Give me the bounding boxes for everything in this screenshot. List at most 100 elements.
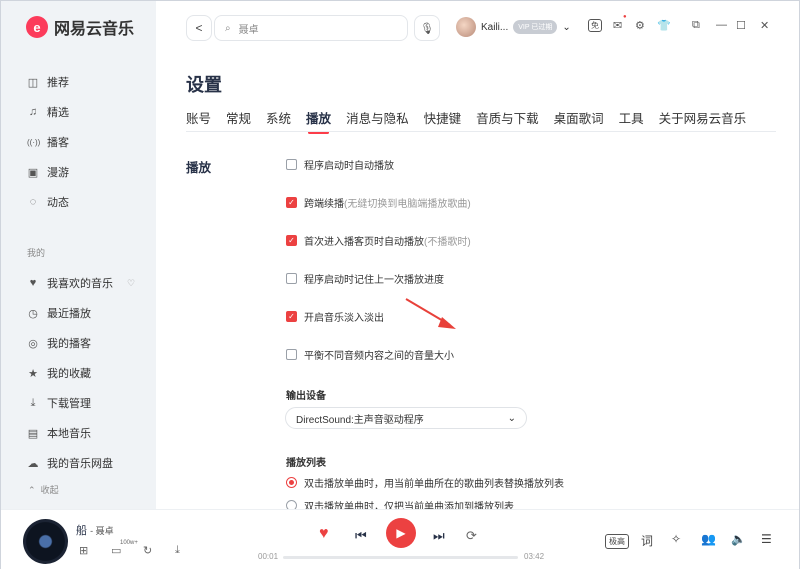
minimize-icon[interactable]: — (716, 19, 727, 31)
download-icon[interactable]: ⤓ (175, 544, 180, 557)
lyrics-button[interactable]: 词 (641, 532, 653, 549)
option-label: 程序启动时自动播放 (304, 161, 394, 172)
collapse-button[interactable]: ⌃ 收起 (28, 483, 59, 496)
netease-logo-icon: e (26, 16, 48, 38)
tab-8[interactable]: 工具 (619, 108, 644, 133)
radio-unselected[interactable] (286, 500, 297, 509)
output-device-select[interactable]: DirectSound:主声音驱动程序 ⌄ (285, 407, 527, 429)
nav-item-feed[interactable]: ◌ 动态 (1, 187, 156, 217)
nav-item-featured[interactable]: ♫ 精选 (1, 97, 156, 127)
output-device-label: 输出设备 (286, 391, 326, 402)
artist-name[interactable]: 聂卓 (96, 526, 114, 536)
chat-icon: ◌ (29, 196, 37, 208)
like-icon[interactable]: ♥ (319, 525, 329, 543)
user-menu[interactable]: Kaili... VIP 已过期 ⌄ (456, 17, 571, 37)
sidebar: e 网易云音乐 ◫ 推荐 ♫ 精选 ((·)) 播客 ▣ 漫游 ◌ 动态 我的 ♥ 我喜欢的… (1, 1, 156, 509)
option-row-5[interactable]: 平衡不同音频内容之间的音量大小 (286, 347, 454, 362)
previous-icon[interactable]: ⏮ (355, 528, 367, 544)
nav-item-collection[interactable]: ★ 我的收藏 (1, 358, 156, 388)
playlist-icon[interactable]: ☰ (761, 532, 772, 546)
radio-selected[interactable] (286, 477, 297, 488)
option-row-0[interactable]: 程序启动时自动播放 (286, 157, 394, 172)
tab-9[interactable]: 关于网易云音乐 (659, 108, 747, 133)
mini-mode-icon[interactable]: ⧉ (692, 19, 700, 32)
listen-together-icon[interactable]: 👥 (701, 532, 716, 546)
nav-item-my-podcast[interactable]: ◎ 我的播客 (1, 328, 156, 358)
app-logo[interactable]: e 网易云音乐 (26, 15, 134, 39)
app-window: e 网易云音乐 ◫ 推荐 ♫ 精选 ((·)) 播客 ▣ 漫游 ◌ 动态 我的 ♥ 我喜欢的… (0, 0, 800, 569)
page-title: 设置 (186, 75, 222, 95)
checkbox-unchecked[interactable] (286, 349, 297, 360)
nav-item-recent[interactable]: ◷ 最近播放 (1, 298, 156, 328)
my-nav: 我的 ♥ 我喜欢的音乐 ♡ ◷ 最近播放 ◎ 我的播客 ★ 我的收藏 ⤓ 下载管理 ▤ 本地音… (1, 241, 156, 478)
play-button[interactable]: ▶ (386, 518, 416, 548)
checkbox-unchecked[interactable] (286, 273, 297, 284)
chevron-down-icon[interactable]: ⌄ (562, 22, 570, 33)
quality-button[interactable]: 极高 (605, 534, 629, 549)
option-label: 程序启动时记住上一次播放进度 (304, 275, 444, 286)
option-row-1[interactable]: ✓ 跨端续播 (无缝切换到电脑端播放歌曲) (286, 195, 471, 210)
option-hint: (无缝切换到电脑端播放歌曲) (344, 199, 471, 210)
music-note-icon: ♫ (28, 106, 38, 118)
gear-icon[interactable]: ⚙ (635, 19, 645, 32)
nav-item-cloud-disk[interactable]: ☁ 我的音乐网盘 (1, 448, 156, 478)
tab-5[interactable]: 快捷键 (424, 108, 462, 133)
playlist-option-replace[interactable]: 双击播放单曲时，用当前单曲所在的歌曲列表替换播放列表 (286, 475, 564, 490)
section-title-playback: 播放 (186, 161, 212, 175)
tab-6[interactable]: 音质与下载 (476, 108, 539, 133)
star-icon: ★ (28, 367, 38, 380)
effects-icon[interactable]: ✧ (671, 532, 681, 546)
nav-item-podcast[interactable]: ((·)) 播客 (1, 127, 156, 157)
download-icon: ⤓ (30, 396, 36, 409)
volume-icon[interactable]: 🔈 (731, 532, 746, 546)
add-to-playlist-icon[interactable]: ⊞ (79, 544, 88, 557)
maximize-icon[interactable]: ☐ (736, 19, 746, 32)
main-nav: ◫ 推荐 ♫ 精选 ((·)) 播客 ▣ 漫游 ◌ 动态 (1, 67, 156, 217)
home-icon: ◫ (27, 76, 39, 89)
checkbox-checked[interactable]: ✓ (286, 311, 297, 322)
now-playing: 船 - 聂卓 (76, 525, 114, 537)
nav-item-local-music[interactable]: ▤ 本地音乐 (1, 418, 156, 448)
tabs-divider (186, 131, 776, 132)
option-row-2[interactable]: ✓ 首次进入播客页时自动播放 (不播歌时) (286, 233, 471, 248)
checkbox-checked[interactable]: ✓ (286, 235, 297, 246)
tab-7[interactable]: 桌面歌词 (554, 108, 604, 133)
voice-search-button[interactable]: 🎙 (414, 15, 440, 41)
option-row-3[interactable]: 程序启动时记住上一次播放进度 (286, 271, 444, 286)
vip-badge[interactable]: VIP 已过期 (513, 20, 558, 34)
tab-3[interactable]: 播放 (306, 108, 331, 134)
checkbox-unchecked[interactable] (286, 159, 297, 170)
option-label: 开启音乐淡入淡出 (304, 313, 384, 324)
nav-item-downloads[interactable]: ⤓ 下载管理 (1, 388, 156, 418)
podcast-icon: ◎ (28, 337, 38, 350)
radio-icon: ▣ (27, 166, 39, 179)
next-icon[interactable]: ⏭ (433, 528, 445, 544)
back-button[interactable]: < (186, 15, 212, 41)
search-input[interactable]: ⌕ 聂卓 (214, 15, 408, 41)
mail-icon[interactable]: ✉ (613, 19, 622, 32)
free-icon[interactable]: 免 (588, 19, 602, 32)
tab-0[interactable]: 账号 (186, 108, 211, 133)
album-cover[interactable] (23, 519, 68, 564)
share-icon[interactable]: ↻ (143, 544, 152, 557)
checkbox-checked[interactable]: ✓ (286, 197, 297, 208)
option-label: 跨端续播 (304, 199, 344, 210)
tab-2[interactable]: 系统 (266, 108, 291, 133)
tab-4[interactable]: 消息与隐私 (346, 108, 409, 133)
progress-bar[interactable] (283, 556, 518, 559)
cloud-icon: ☁ (27, 457, 39, 470)
nav-item-liked-music[interactable]: ♥ 我喜欢的音乐 ♡ (1, 268, 156, 298)
nav-item-roam[interactable]: ▣ 漫游 (1, 157, 156, 187)
option-row-4[interactable]: ✓ 开启音乐淡入淡出 (286, 309, 384, 324)
avatar[interactable] (456, 17, 476, 37)
song-title[interactable]: 船 (76, 525, 87, 537)
settings-tabs: 账号 常规 系统 播放 消息与隐私 快捷键 音质与下载 桌面歌词 工具 关于网易云音乐 (186, 108, 747, 134)
option-label: 平衡不同音频内容之间的音量大小 (304, 351, 454, 362)
tab-1[interactable]: 常规 (226, 108, 251, 133)
heartbeat-mode-icon[interactable]: ♡ (127, 278, 135, 289)
close-icon[interactable]: ✕ (760, 19, 769, 32)
playlist-option-append[interactable]: 双击播放单曲时，仅把当前单曲添加到播放列表 (286, 498, 514, 509)
repeat-icon[interactable]: ⟳ (466, 528, 477, 544)
skin-icon[interactable]: 👕 (657, 19, 671, 32)
nav-item-recommend[interactable]: ◫ 推荐 (1, 67, 156, 97)
